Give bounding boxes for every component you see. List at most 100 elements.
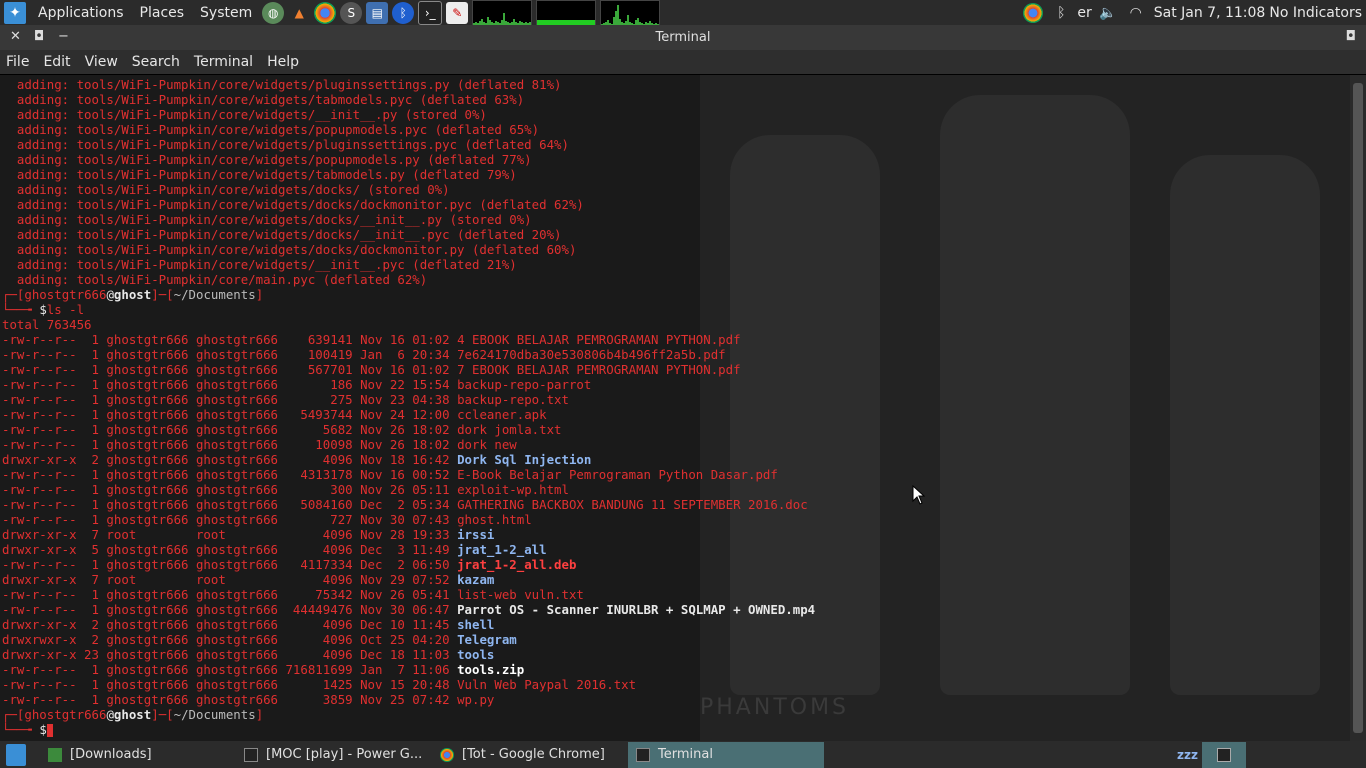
terminal-line: -rw-r--r-- 1 ghostgtr666 ghostgtr666 385… — [2, 692, 815, 707]
listing-meta: -rw-r--r-- 1 ghostgtr666 ghostgtr666 300… — [2, 482, 458, 497]
system-menu[interactable]: System — [192, 5, 260, 21]
task-chrome[interactable]: [Tot - Google Chrome] — [432, 742, 628, 768]
prompt-host: ghost — [113, 287, 152, 302]
prompt-dir: ~/Documents — [173, 287, 256, 302]
task-downloads[interactable]: [Downloads] — [40, 742, 236, 768]
places-menu[interactable]: Places — [132, 5, 193, 21]
terminal-line: -rw-r--r-- 1 ghostgtr666 ghostgtr666 300… — [2, 482, 815, 497]
listing-name: 7e624170dba30e530806b4b496ff2a5b.pdf — [457, 347, 726, 362]
terminal-line: -rw-r--r-- 1 ghostgtr666 ghostgtr666 411… — [2, 557, 815, 572]
terminal-line: adding: tools/WiFi-Pumpkin/core/widgets/… — [2, 92, 815, 107]
command-text: ls -l — [46, 302, 85, 317]
terminal-line: -rw-r--r-- 1 ghostgtr666 ghostgtr666 508… — [2, 497, 815, 512]
zip-output-line: adding: tools/WiFi-Pumpkin/core/widgets/… — [2, 137, 569, 152]
prompt-bracket: ]─[ — [151, 707, 174, 722]
pdf-launcher-icon[interactable]: ✎ — [446, 1, 469, 24]
folder-icon — [48, 747, 62, 762]
restore-icon[interactable]: ◘ — [1346, 29, 1356, 44]
parrot-logo-icon[interactable]: ✦ — [4, 1, 26, 24]
terminal-icon — [244, 747, 258, 762]
bluetooth-icon[interactable]: ᛒ — [1051, 3, 1071, 23]
terminal-area[interactable]: PHANTOMS adding: tools/WiFi-Pumpkin/core… — [0, 75, 1350, 741]
terminal-line: -rw-r--r-- 1 ghostgtr666 ghostgtr666 431… — [2, 467, 815, 482]
listing-meta: -rw-r--r-- 1 ghostgtr666 ghostgtr666 508… — [2, 497, 458, 512]
cpu-graph — [472, 0, 533, 26]
top-panel: ✦ Applications Places System ◍ ▲ S ▤ ᛒ ›… — [0, 0, 1366, 26]
menu-edit[interactable]: Edit — [37, 54, 78, 70]
listing-name: kazam — [457, 572, 495, 587]
network-graph — [600, 0, 661, 26]
listing-meta: -rw-r--r-- 1 ghostgtr666 ghostgtr666 411… — [2, 557, 458, 572]
terminal-line: -rw-r--r-- 1 ghostgtr666 ghostgtr666 100… — [2, 437, 815, 452]
listing-meta: -rw-r--r-- 1 ghostgtr666 ghostgtr666 753… — [2, 587, 458, 602]
listing-meta: -rw-r--r-- 1 ghostgtr666 ghostgtr666 100… — [2, 437, 458, 452]
task-label: [Downloads] — [70, 747, 152, 762]
zip-output-line: adding: tools/WiFi-Pumpkin/core/widgets/… — [2, 152, 532, 167]
terminal-line: -rw-r--r-- 1 ghostgtr666 ghostgtr666 753… — [2, 587, 815, 602]
zip-output-line: adding: tools/WiFi-Pumpkin/core/widgets/… — [2, 212, 532, 227]
zip-output-line: adding: tools/WiFi-Pumpkin/core/widgets/… — [2, 197, 584, 212]
menu-terminal[interactable]: Terminal — [188, 54, 261, 70]
terminal-line: -rw-r--r-- 1 ghostgtr666 ghostgtr666 142… — [2, 677, 815, 692]
chrome-tray-icon[interactable] — [1023, 2, 1044, 23]
window-titlebar[interactable]: ✕ ◘ − Terminal ◘ — [0, 25, 1366, 50]
prompt-bracket: ] — [255, 287, 264, 302]
chrome-launcher-icon[interactable] — [314, 1, 337, 24]
listing-name: tools.zip — [457, 662, 525, 677]
listing-name: 4 EBOOK BELAJAR PEMROGRAMAN PYTHON.pdf — [457, 332, 741, 347]
zip-output-line: adding: tools/WiFi-Pumpkin/core/widgets/… — [2, 92, 525, 107]
scrollbar-thumb[interactable] — [1353, 83, 1363, 733]
parrot-logo-icon — [6, 743, 26, 766]
listing-name: shell — [457, 617, 495, 632]
prompt-at: @ — [106, 287, 114, 302]
listing-name: ccleaner.apk — [457, 407, 547, 422]
task-moc[interactable]: [MOC [play] - Power G... — [236, 742, 432, 768]
workspace-switcher[interactable] — [1202, 741, 1246, 768]
zip-output-line: adding: tools/WiFi-Pumpkin/core/widgets/… — [2, 77, 562, 92]
tray-text: er — [1077, 4, 1092, 21]
prompt-dir: ~/Documents — [173, 707, 256, 722]
terminal-scrollbar[interactable] — [1350, 75, 1366, 741]
listing-name: GATHERING BACKBOX BANDUNG 11 SEPTEMBER 2… — [457, 497, 808, 512]
listing-meta: -rw-r--r-- 1 ghostgtr666 ghostgtr666 186… — [2, 377, 458, 392]
window-title: Terminal — [655, 30, 711, 45]
globe-launcher-icon[interactable]: ◍ — [262, 1, 285, 24]
listing-meta: drwxr-xr-x 7 root root 4096 Nov 29 07:52 — [2, 572, 458, 587]
zip-output-line: adding: tools/WiFi-Pumpkin/core/widgets/… — [2, 167, 517, 182]
clock[interactable]: Sat Jan 7, 11:08 — [1150, 5, 1270, 21]
menu-search[interactable]: Search — [126, 54, 188, 70]
zip-output-line: adding: tools/WiFi-Pumpkin/core/widgets/… — [2, 122, 540, 137]
terminal-launcher-icon[interactable]: ›_ — [418, 0, 443, 25]
listing-name: list-web vuln.txt — [457, 587, 584, 602]
sleep-indicator[interactable]: zzz — [1177, 748, 1198, 762]
listing-name: ghost.html — [457, 512, 532, 527]
vlc-launcher-icon[interactable]: ▲ — [288, 2, 310, 24]
show-desktop-button[interactable] — [0, 742, 40, 768]
terminal-line: drwxr-xr-x 23 ghostgtr666 ghostgtr666 40… — [2, 647, 815, 662]
listing-meta: drwxr-xr-x 2 ghostgtr666 ghostgtr666 409… — [2, 452, 458, 467]
zip-output-line: adding: tools/WiFi-Pumpkin/core/widgets/… — [2, 257, 517, 272]
volume-icon[interactable]: 🔈 — [1098, 3, 1118, 23]
listing-name: 7 EBOOK BELAJAR PEMROGRAMAN PYTHON.pdf — [457, 362, 741, 377]
terminal-line: adding: tools/WiFi-Pumpkin/core/widgets/… — [2, 77, 815, 92]
terminal-line: drwxrwxr-x 2 ghostgtr666 ghostgtr666 409… — [2, 632, 815, 647]
listing-name: backup-repo-parrot — [457, 377, 592, 392]
listing-meta: -rw-r--r-- 1 ghostgtr666 ghostgtr666 431… — [2, 467, 458, 482]
applications-menu[interactable]: Applications — [30, 5, 132, 21]
listing-name: Dork Sql Injection — [457, 452, 592, 467]
s-launcher-icon[interactable]: S — [340, 1, 363, 24]
total-line: total 763456 — [2, 317, 92, 332]
wifi-icon[interactable]: ◠ — [1126, 3, 1146, 23]
menu-help[interactable]: Help — [261, 54, 307, 70]
listing-meta: -rw-r--r-- 1 ghostgtr666 ghostgtr666 716… — [2, 662, 458, 677]
task-label: [Tot - Google Chrome] — [462, 747, 605, 762]
menu-view[interactable]: View — [79, 54, 126, 70]
bluetooth-launcher-icon[interactable]: ᛒ — [392, 1, 415, 24]
menu-file[interactable]: File — [0, 54, 37, 70]
listing-meta: -rw-r--r-- 1 ghostgtr666 ghostgtr666 142… — [2, 677, 458, 692]
task-terminal[interactable]: Terminal — [628, 741, 824, 768]
task-label: [MOC [play] - Power G... — [266, 747, 423, 762]
document-launcher-icon[interactable]: ▤ — [366, 1, 389, 24]
listing-name: jrat_1-2_all — [457, 542, 547, 557]
menubar: File Edit View Search Terminal Help — [0, 50, 1366, 74]
